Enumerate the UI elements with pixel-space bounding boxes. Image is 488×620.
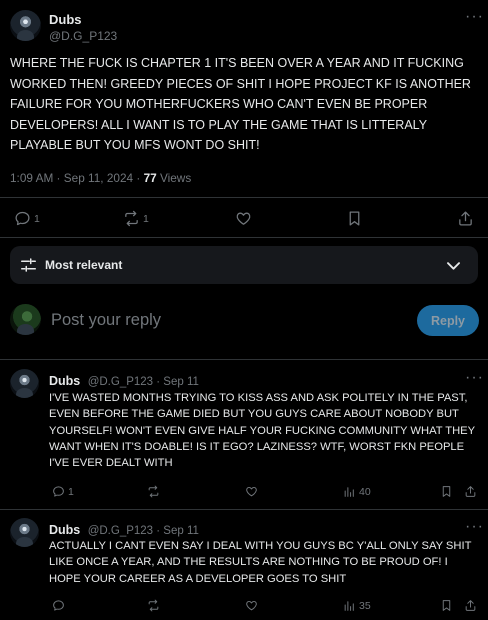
reply-submit-label: Reply: [430, 313, 466, 328]
like-button[interactable]: [245, 485, 258, 498]
like-icon: [235, 210, 252, 227]
sort-dropdown[interactable]: Most relevant: [10, 246, 478, 284]
reply-meta[interactable]: @D.G_P123 · Sep 11: [88, 376, 199, 388]
like-button[interactable]: [245, 599, 258, 612]
retweet-button[interactable]: [147, 599, 160, 612]
views-button[interactable]: 40: [343, 485, 371, 498]
share-button[interactable]: [457, 210, 474, 227]
sort-label: Most relevant: [45, 258, 123, 272]
share-icon: [464, 485, 477, 498]
share-icon: [464, 599, 477, 612]
divider: [0, 197, 488, 198]
reply-button[interactable]: 1: [14, 210, 40, 227]
like-icon: [245, 599, 258, 612]
share-button[interactable]: [464, 485, 477, 498]
chevron-down-icon: [444, 256, 463, 275]
reply-submit-button[interactable]: Reply: [417, 305, 479, 336]
author-handle[interactable]: @D.G_P123: [49, 29, 117, 43]
views-count: 77: [143, 171, 157, 185]
tweet-timestamp: 1:09 AM · Sep 11, 2024 · 77 Views: [10, 171, 191, 185]
retweet-button[interactable]: [147, 485, 160, 498]
more-icon[interactable]: ···: [465, 370, 484, 386]
retweet-icon: [147, 485, 160, 498]
divider: [0, 359, 488, 360]
more-icon[interactable]: ···: [465, 9, 484, 25]
more-icon[interactable]: ···: [465, 519, 484, 535]
composer-avatar: [10, 304, 41, 335]
views-count: 35: [359, 599, 371, 612]
retweet-icon: [123, 210, 140, 227]
sort-sliders-icon: [19, 256, 38, 274]
reply-header: Dubs @D.G_P123 · Sep 11: [49, 372, 199, 390]
author-avatar[interactable]: [10, 10, 41, 41]
divider: [0, 237, 488, 238]
like-button[interactable]: [235, 210, 252, 227]
reply-text: ACTUALLY I CANT EVEN SAY I DEAL WITH YOU…: [49, 540, 472, 585]
reply-header: Dubs @D.G_P123 · Sep 11: [49, 521, 199, 539]
retweet-count: 1: [143, 212, 149, 225]
bookmark-icon: [346, 210, 363, 227]
tweet-text: WHERE THE FUCK IS CHAPTER 1 IT'S BEEN OV…: [10, 56, 471, 152]
reply-avatar[interactable]: [10, 518, 39, 547]
reply-input[interactable]: Post your reply: [51, 311, 161, 330]
views-chart-icon: [343, 599, 356, 612]
reply-author-name[interactable]: Dubs: [49, 523, 80, 537]
bookmark-button[interactable]: [346, 210, 363, 227]
retweet-button[interactable]: 1: [123, 210, 149, 227]
tweet-time[interactable]: 1:09 AM · Sep 11, 2024 ·: [10, 171, 144, 185]
share-icon: [457, 210, 474, 227]
reply-count: 1: [34, 212, 40, 225]
reply-button[interactable]: [52, 599, 65, 612]
bookmark-icon: [440, 485, 453, 498]
like-icon: [245, 485, 258, 498]
views-count: 40: [359, 485, 371, 498]
divider: [0, 509, 488, 510]
reply-icon: [52, 599, 65, 612]
author-name[interactable]: Dubs: [49, 12, 82, 27]
reply-avatar[interactable]: [10, 369, 39, 398]
retweet-icon: [147, 599, 160, 612]
reply-icon: [14, 210, 31, 227]
reply-author-name[interactable]: Dubs: [49, 374, 80, 388]
reply-count: 1: [68, 485, 74, 498]
views-button[interactable]: 35: [343, 599, 371, 612]
bookmark-button[interactable]: [440, 599, 453, 612]
views-label: Views: [156, 171, 192, 185]
reply-button[interactable]: 1: [52, 485, 74, 498]
bookmark-button[interactable]: [440, 485, 453, 498]
reply-icon: [52, 485, 65, 498]
reply-text: I'VE WASTED MONTHS TRYING TO KISS ASS AN…: [49, 392, 475, 470]
share-button[interactable]: [464, 599, 477, 612]
views-chart-icon: [343, 485, 356, 498]
reply-meta[interactable]: @D.G_P123 · Sep 11: [88, 525, 199, 537]
bookmark-icon: [440, 599, 453, 612]
